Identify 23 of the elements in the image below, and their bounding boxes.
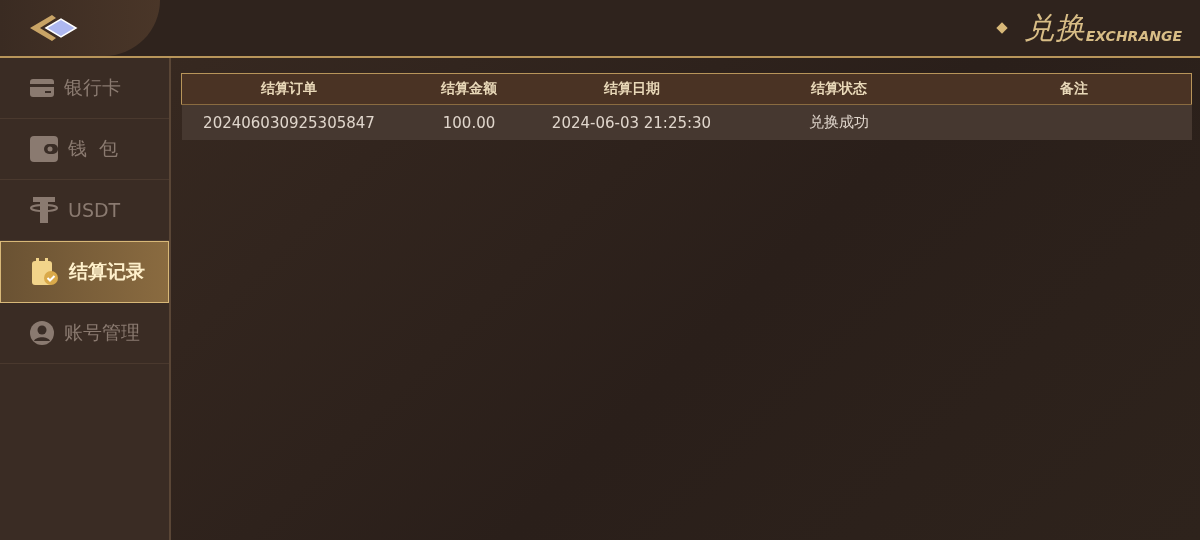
table-cell: 202406030925305847 <box>203 113 375 132</box>
wallet-icon <box>30 136 58 162</box>
sidebar-item[interactable]: 银行卡 <box>0 58 169 119</box>
table-cell: 100.00 <box>442 113 496 132</box>
table-cell: 兑换成功 <box>809 113 869 131</box>
sidebar-item[interactable]: 钱 包 <box>0 119 169 180</box>
table-cell: 2024-06-03 21:25:30 <box>551 113 712 132</box>
user-icon <box>30 321 54 345</box>
tether-icon <box>30 197 58 223</box>
column-header: 结算订单 <box>181 73 397 105</box>
sidebar-item[interactable]: 账号管理 <box>0 303 169 364</box>
sidebar-item[interactable]: 结算记录 <box>0 241 169 303</box>
receipt-check-icon <box>31 258 59 286</box>
page-title: 兑换 <box>1023 8 1086 47</box>
page-subtitle: EXCHRANGE <box>1085 28 1182 44</box>
column-header: 结算金额 <box>396 73 542 105</box>
diamond-bullet-icon <box>996 22 1008 34</box>
column-header: 备注 <box>956 73 1192 105</box>
back-diamond-icon <box>28 13 78 43</box>
card-icon <box>30 79 54 97</box>
column-header: 结算日期 <box>541 73 722 105</box>
back-button[interactable] <box>0 0 160 56</box>
column-header: 结算状态 <box>721 73 957 105</box>
